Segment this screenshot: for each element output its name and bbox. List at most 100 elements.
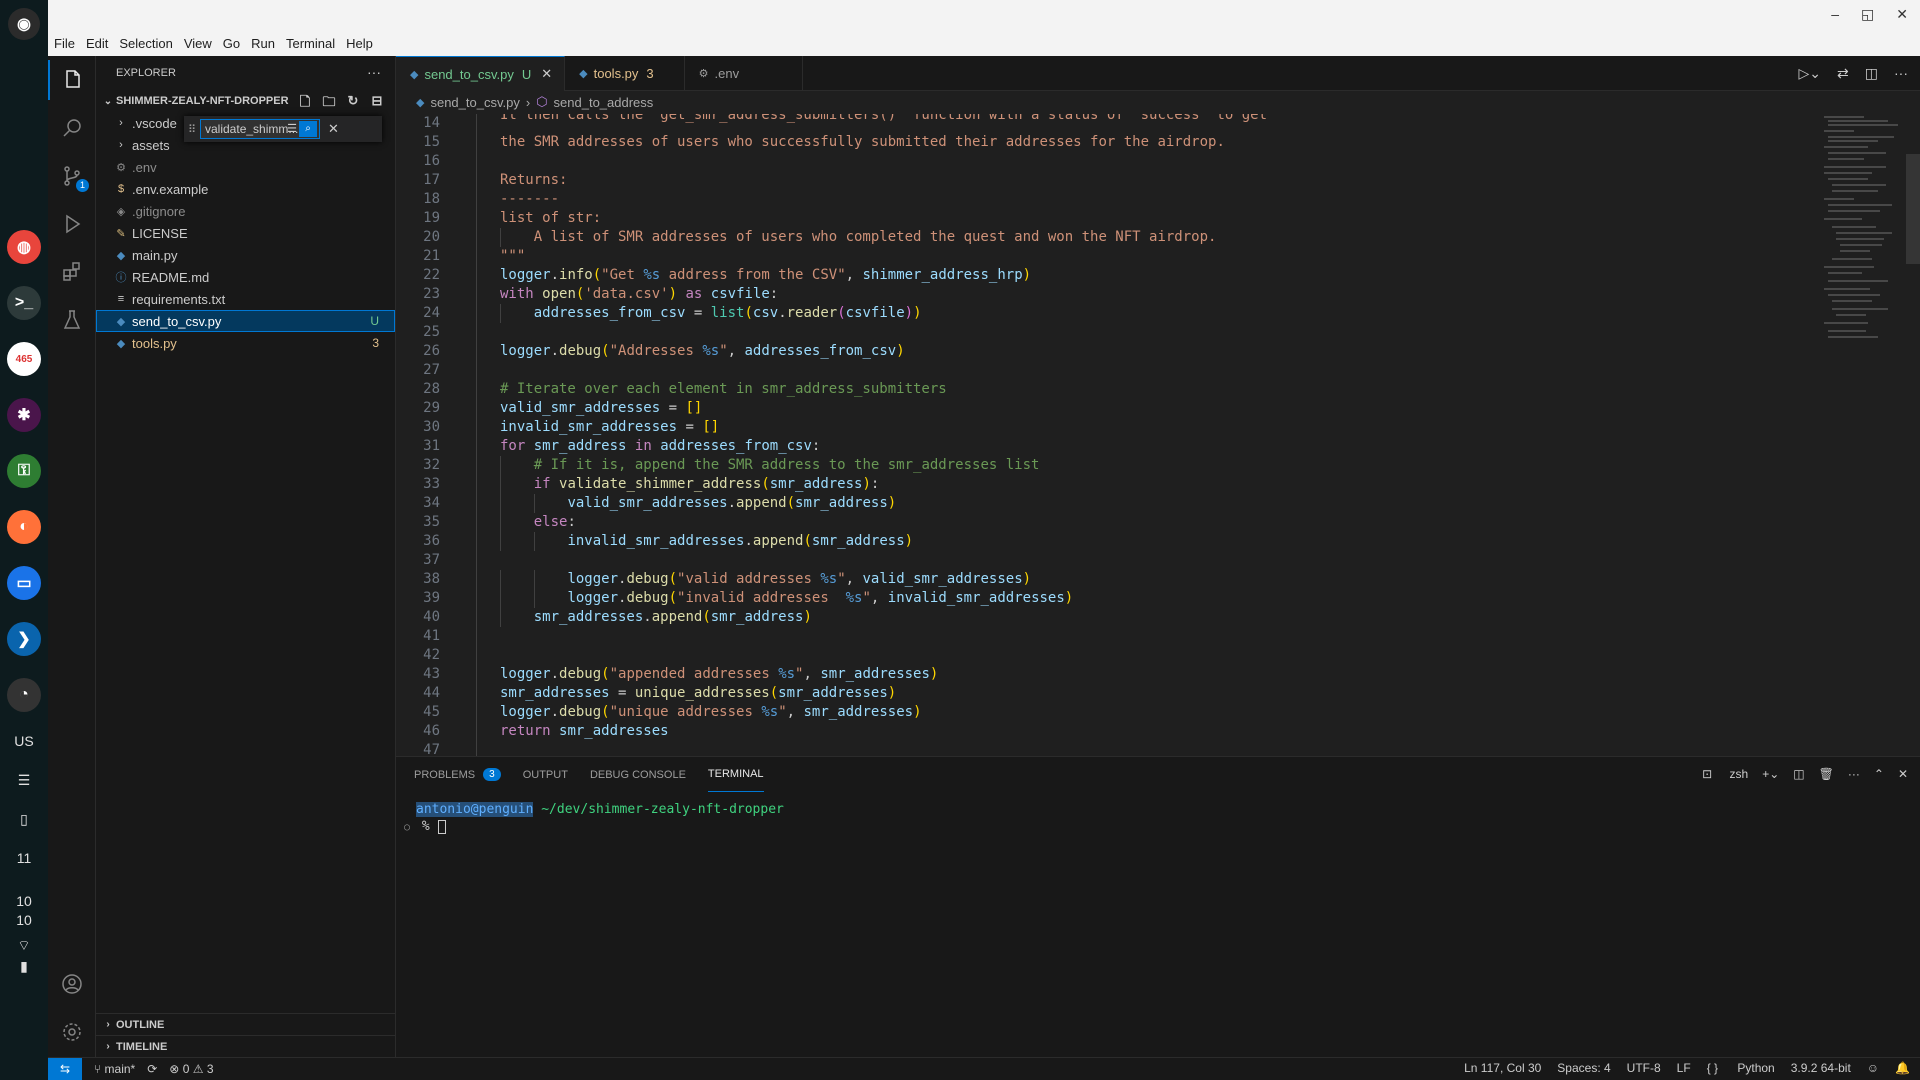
counter-app-icon[interactable]: 465 bbox=[7, 342, 41, 376]
chrome-icon[interactable]: ◍ bbox=[7, 230, 41, 264]
maximize-panel-icon[interactable]: ⌃ bbox=[1874, 767, 1884, 781]
accounts-icon[interactable] bbox=[48, 964, 96, 1004]
tree-find-input[interactable]: validate_shimm... ☰ ⌕ bbox=[200, 119, 320, 139]
line-number: 43 bbox=[423, 666, 440, 682]
split-editor-icon[interactable]: ◫ bbox=[1865, 65, 1878, 82]
file-item[interactable]: ≡ requirements.txt bbox=[96, 288, 395, 310]
menu-selection[interactable]: Selection bbox=[119, 36, 172, 51]
outline-section[interactable]: › OUTLINE bbox=[96, 1013, 396, 1035]
media-app-icon[interactable]: ◔ bbox=[7, 678, 41, 712]
run-debug-icon[interactable] bbox=[48, 204, 96, 244]
firefox-icon[interactable]: ◐ bbox=[7, 510, 41, 544]
file-item[interactable]: ◆ main.py bbox=[96, 244, 395, 266]
more-actions-icon[interactable]: ··· bbox=[1894, 65, 1908, 82]
minimize-button[interactable]: – bbox=[1831, 6, 1839, 23]
terminal[interactable]: antonio@penguin ~/dev/shimmer-zealy-nft-… bbox=[396, 802, 1920, 834]
file-item[interactable]: ◆ send_to_csv.py U bbox=[96, 310, 395, 332]
tab-terminal[interactable]: TERMINAL bbox=[707, 757, 764, 792]
playlist-icon[interactable]: ☰ bbox=[18, 771, 31, 790]
file-item[interactable]: ◆ tools.py 3 bbox=[96, 332, 395, 354]
file-item[interactable]: ✎ LICENSE bbox=[96, 222, 395, 244]
indentation[interactable]: Spaces: 4 bbox=[1557, 1061, 1610, 1075]
menu-run[interactable]: Run bbox=[251, 36, 275, 51]
line-ending[interactable]: LF bbox=[1677, 1061, 1691, 1075]
file-item[interactable]: $ .env.example bbox=[96, 178, 395, 200]
outline-label: OUTLINE bbox=[116, 1018, 165, 1031]
files-icon[interactable]: ▭ bbox=[7, 566, 41, 600]
restore-button[interactable]: ◱ bbox=[1861, 6, 1874, 23]
line-number: 28 bbox=[423, 381, 440, 397]
source-control-icon[interactable]: 1 bbox=[48, 156, 96, 196]
problems-indicator[interactable]: ⊗ 0 ⚠ 3 bbox=[169, 1062, 213, 1076]
close-tab-icon[interactable]: ✕ bbox=[541, 66, 552, 82]
file-item[interactable]: ⚙ .env bbox=[96, 156, 395, 178]
file-item[interactable]: ⓘ README.md bbox=[96, 266, 395, 288]
tab-tools[interactable]: ◆ tools.py 3 bbox=[565, 56, 685, 91]
menu-help[interactable]: Help bbox=[346, 36, 373, 51]
language-mode[interactable]: { } Python bbox=[1707, 1061, 1775, 1075]
terminal-path: ~/dev/shimmer-zealy-nft-dropper bbox=[541, 802, 784, 817]
code-editor[interactable]: 14 It then calls the `get_smr_address_sub… bbox=[396, 114, 1796, 756]
keepassxc-icon[interactable]: ⚿ bbox=[7, 454, 41, 488]
warning-count: 3 bbox=[206, 1062, 214, 1076]
search-icon[interactable] bbox=[48, 108, 96, 148]
wifi-icon[interactable]: ⌔ bbox=[17, 936, 30, 955]
close-icon[interactable]: ✕ bbox=[328, 121, 339, 137]
trash-icon[interactable]: 🗑 bbox=[1819, 767, 1834, 781]
indent-guide bbox=[476, 247, 477, 266]
menu-go[interactable]: Go bbox=[223, 36, 240, 51]
minimap[interactable] bbox=[1820, 114, 1908, 394]
more-actions-icon[interactable]: ··· bbox=[367, 64, 381, 80]
terminal-app-icon[interactable]: >_ bbox=[7, 286, 41, 320]
calendar-icon[interactable]: 11 bbox=[17, 849, 32, 868]
battery-icon[interactable]: ▮ bbox=[20, 957, 28, 976]
branch-indicator[interactable]: ⑂ main* bbox=[94, 1062, 135, 1076]
terminal-shell-label[interactable]: ⊡ zsh bbox=[1702, 767, 1748, 781]
tab-send-to-csv[interactable]: ◆ send_to_csv.py U ✕ bbox=[396, 56, 566, 91]
feedback-icon[interactable]: ☺ bbox=[1867, 1061, 1879, 1075]
shell-name: zsh bbox=[1729, 767, 1749, 781]
indent-guide bbox=[476, 399, 477, 418]
breadcrumb-symbol[interactable]: send_to_address bbox=[554, 95, 654, 110]
open-changes-icon[interactable]: ⇄ bbox=[1837, 65, 1849, 82]
settings-gear-icon[interactable] bbox=[48, 1012, 96, 1052]
editor-scrollbar[interactable] bbox=[1906, 154, 1920, 264]
menu-edit[interactable]: Edit bbox=[86, 36, 108, 51]
phone-icon[interactable]: ▯ bbox=[20, 810, 28, 829]
launcher-icon[interactable]: ◉ bbox=[8, 8, 40, 40]
cursor-position[interactable]: Ln 117, Col 30 bbox=[1464, 1061, 1541, 1075]
workspace-folder[interactable]: ⌄ SHIMMER-ZEALY-NFT-DROPPER 🗋 🗀 ↻ ⊟ bbox=[96, 90, 395, 112]
line-number: 39 bbox=[423, 590, 440, 606]
menu-view[interactable]: View bbox=[184, 36, 212, 51]
sync-icon[interactable]: ⟳ bbox=[147, 1062, 157, 1076]
fuzzy-match-icon[interactable]: ⌕ bbox=[299, 121, 317, 137]
filter-icon[interactable]: ☰ bbox=[287, 120, 297, 138]
encoding[interactable]: UTF-8 bbox=[1627, 1061, 1661, 1075]
slack-icon[interactable]: ✱ bbox=[7, 398, 41, 432]
testing-icon[interactable] bbox=[48, 300, 96, 340]
more-actions-icon[interactable]: ··· bbox=[1848, 767, 1860, 781]
file-item[interactable]: ◈ .gitignore bbox=[96, 200, 395, 222]
breadcrumb-file[interactable]: send_to_csv.py bbox=[430, 95, 519, 110]
notifications-bell-icon[interactable]: 🔔 bbox=[1895, 1061, 1910, 1075]
extensions-icon[interactable] bbox=[48, 252, 96, 292]
menu-file[interactable]: File bbox=[54, 36, 75, 51]
tab-problems[interactable]: PROBLEMS 3 bbox=[414, 757, 501, 792]
timeline-section[interactable]: › TIMELINE bbox=[96, 1035, 396, 1057]
new-terminal-icon[interactable]: +⌄ bbox=[1762, 767, 1779, 781]
split-terminal-icon[interactable]: ◫ bbox=[1793, 767, 1804, 781]
gear-icon: ⚙ bbox=[116, 161, 126, 174]
tab-env[interactable]: ⚙ .env bbox=[685, 56, 803, 91]
drag-handle-icon[interactable]: ⠿ bbox=[188, 123, 200, 136]
python-interpreter[interactable]: 3.9.2 64-bit bbox=[1791, 1061, 1851, 1075]
close-window-button[interactable]: ✕ bbox=[1896, 6, 1908, 23]
explorer-icon[interactable] bbox=[48, 60, 96, 100]
menu-terminal[interactable]: Terminal bbox=[286, 36, 335, 51]
tab-debug-console[interactable]: DEBUG CONSOLE bbox=[590, 757, 686, 792]
close-panel-icon[interactable]: ✕ bbox=[1898, 767, 1908, 781]
tab-output[interactable]: OUTPUT bbox=[523, 757, 568, 792]
run-file-icon[interactable]: ▷⌄ bbox=[1799, 65, 1822, 82]
vscode-icon[interactable]: ❯ bbox=[7, 622, 41, 656]
remote-indicator-icon[interactable]: ⇆ bbox=[48, 1058, 82, 1080]
account-label[interactable]: US bbox=[14, 732, 33, 751]
